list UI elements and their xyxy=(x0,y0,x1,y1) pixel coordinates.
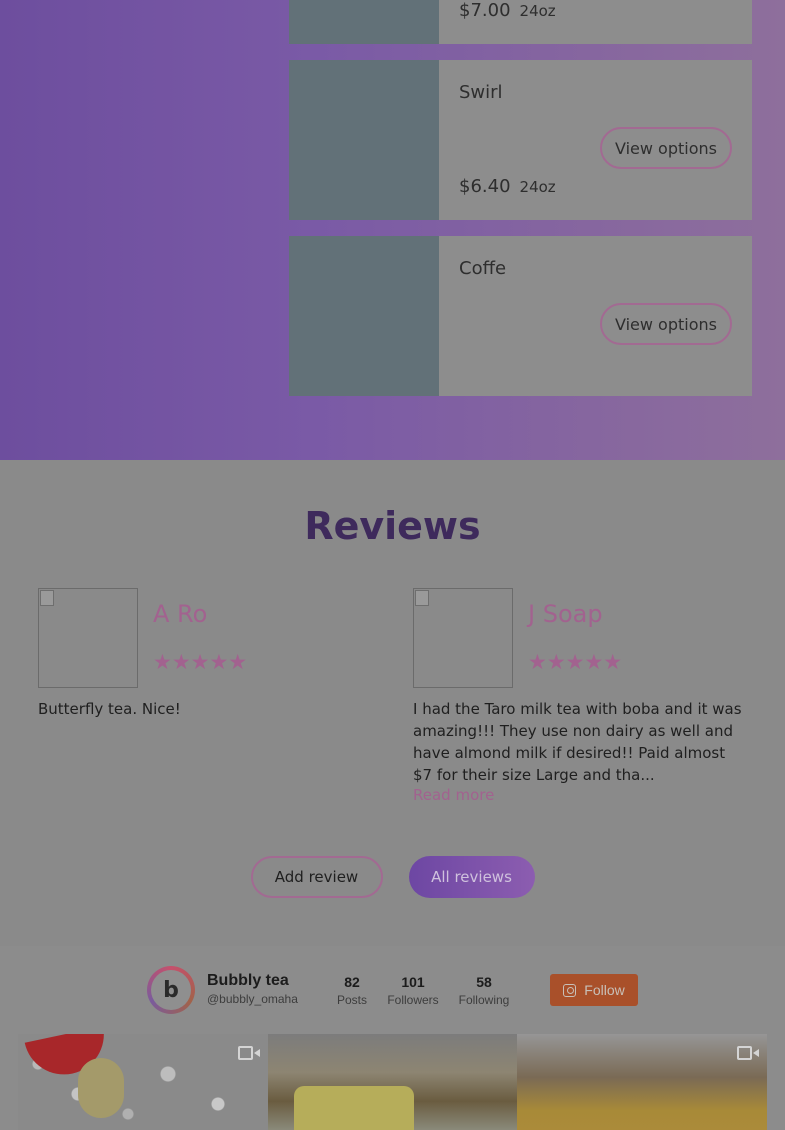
star-icon: ★★★★★ xyxy=(528,650,623,674)
review-text: I had the Taro milk tea with boba and it… xyxy=(413,700,742,784)
menu-item-body: $7.00 24oz xyxy=(439,0,752,44)
instagram-post[interactable] xyxy=(268,1034,517,1130)
following-stat: 58 Following xyxy=(456,974,512,1007)
followers-label: Followers xyxy=(387,993,439,1007)
all-reviews-button[interactable]: All reviews xyxy=(408,856,535,898)
following-label: Following xyxy=(458,993,510,1007)
reviewer-name: A Ro xyxy=(153,600,208,628)
menu-item-card: Coffe View options xyxy=(289,236,752,396)
menu-item-card: Swirl View options $6.40 24oz xyxy=(289,60,752,220)
menu-item-price: $6.40 xyxy=(459,176,511,197)
rating-stars: ★★★★★ xyxy=(153,650,248,674)
reviewer-name: J Soap xyxy=(528,600,603,628)
follow-label: Follow xyxy=(584,982,625,998)
menu-item-body: Swirl View options $6.40 24oz xyxy=(439,60,752,220)
instagram-icon xyxy=(563,983,577,997)
post-image-drink xyxy=(78,1058,124,1118)
reviewer-avatar xyxy=(413,588,513,688)
profile-name[interactable]: Bubbly tea xyxy=(207,972,289,990)
post-image-cup xyxy=(294,1086,414,1130)
instagram-post[interactable] xyxy=(18,1034,268,1130)
menu-item-price: $7.00 xyxy=(459,0,511,21)
instagram-post[interactable] xyxy=(517,1034,767,1130)
read-more-link[interactable]: Read more xyxy=(413,786,494,804)
menu-item-name: Swirl xyxy=(459,82,503,103)
rating-stars: ★★★★★ xyxy=(528,650,623,674)
instagram-header: b Bubbly tea @bubbly_omaha 82 Posts 101 … xyxy=(147,964,647,1016)
profile-logo[interactable]: b xyxy=(147,966,195,1014)
reviews-heading: Reviews xyxy=(304,504,481,548)
broken-image-icon xyxy=(415,590,429,606)
instagram-thumbnails xyxy=(18,1034,767,1130)
posts-count: 82 xyxy=(344,974,360,990)
menu-item-image xyxy=(289,0,439,44)
menu-item-image xyxy=(289,236,439,396)
logo-mark: b xyxy=(151,970,191,1010)
menu-item-price-row: $6.40 24oz xyxy=(459,176,556,197)
posts-stat: 82 Posts xyxy=(337,974,367,1007)
reviews-section: Reviews A Ro ★★★★★ Butterfly tea. Nice! … xyxy=(0,460,785,946)
instagram-feed: b Bubbly tea @bubbly_omaha 82 Posts 101 … xyxy=(0,946,785,1130)
reviewer-avatar xyxy=(38,588,138,688)
view-options-button[interactable]: View options xyxy=(600,303,732,345)
menu-item-name: Coffe xyxy=(459,258,507,279)
follow-button[interactable]: Follow xyxy=(550,974,638,1006)
star-icon: ★★★★★ xyxy=(153,650,248,674)
following-count: 58 xyxy=(476,974,492,990)
profile-handle[interactable]: @bubbly_omaha xyxy=(207,992,298,1006)
broken-image-icon xyxy=(40,590,54,606)
add-review-button[interactable]: Add review xyxy=(250,856,383,898)
menu-item-body: Coffe View options xyxy=(439,236,752,396)
menu-item-size: 24oz xyxy=(519,2,556,20)
menu-item-size: 24oz xyxy=(519,178,556,196)
followers-count: 101 xyxy=(401,974,425,990)
posts-label: Posts xyxy=(337,993,368,1007)
menu-section: $7.00 24oz Swirl View options $6.40 24oz… xyxy=(0,0,785,460)
video-icon xyxy=(238,1046,260,1060)
menu-item-image xyxy=(289,60,439,220)
view-options-button[interactable]: View options xyxy=(600,127,732,169)
menu-item-card: $7.00 24oz xyxy=(289,0,752,44)
menu-item-price-row: $7.00 24oz xyxy=(459,0,556,21)
review-text: Butterfly tea. Nice! xyxy=(38,700,181,718)
video-icon xyxy=(737,1046,759,1060)
followers-stat: 101 Followers xyxy=(385,974,441,1007)
review-actions: Add review All reviews xyxy=(0,856,785,898)
